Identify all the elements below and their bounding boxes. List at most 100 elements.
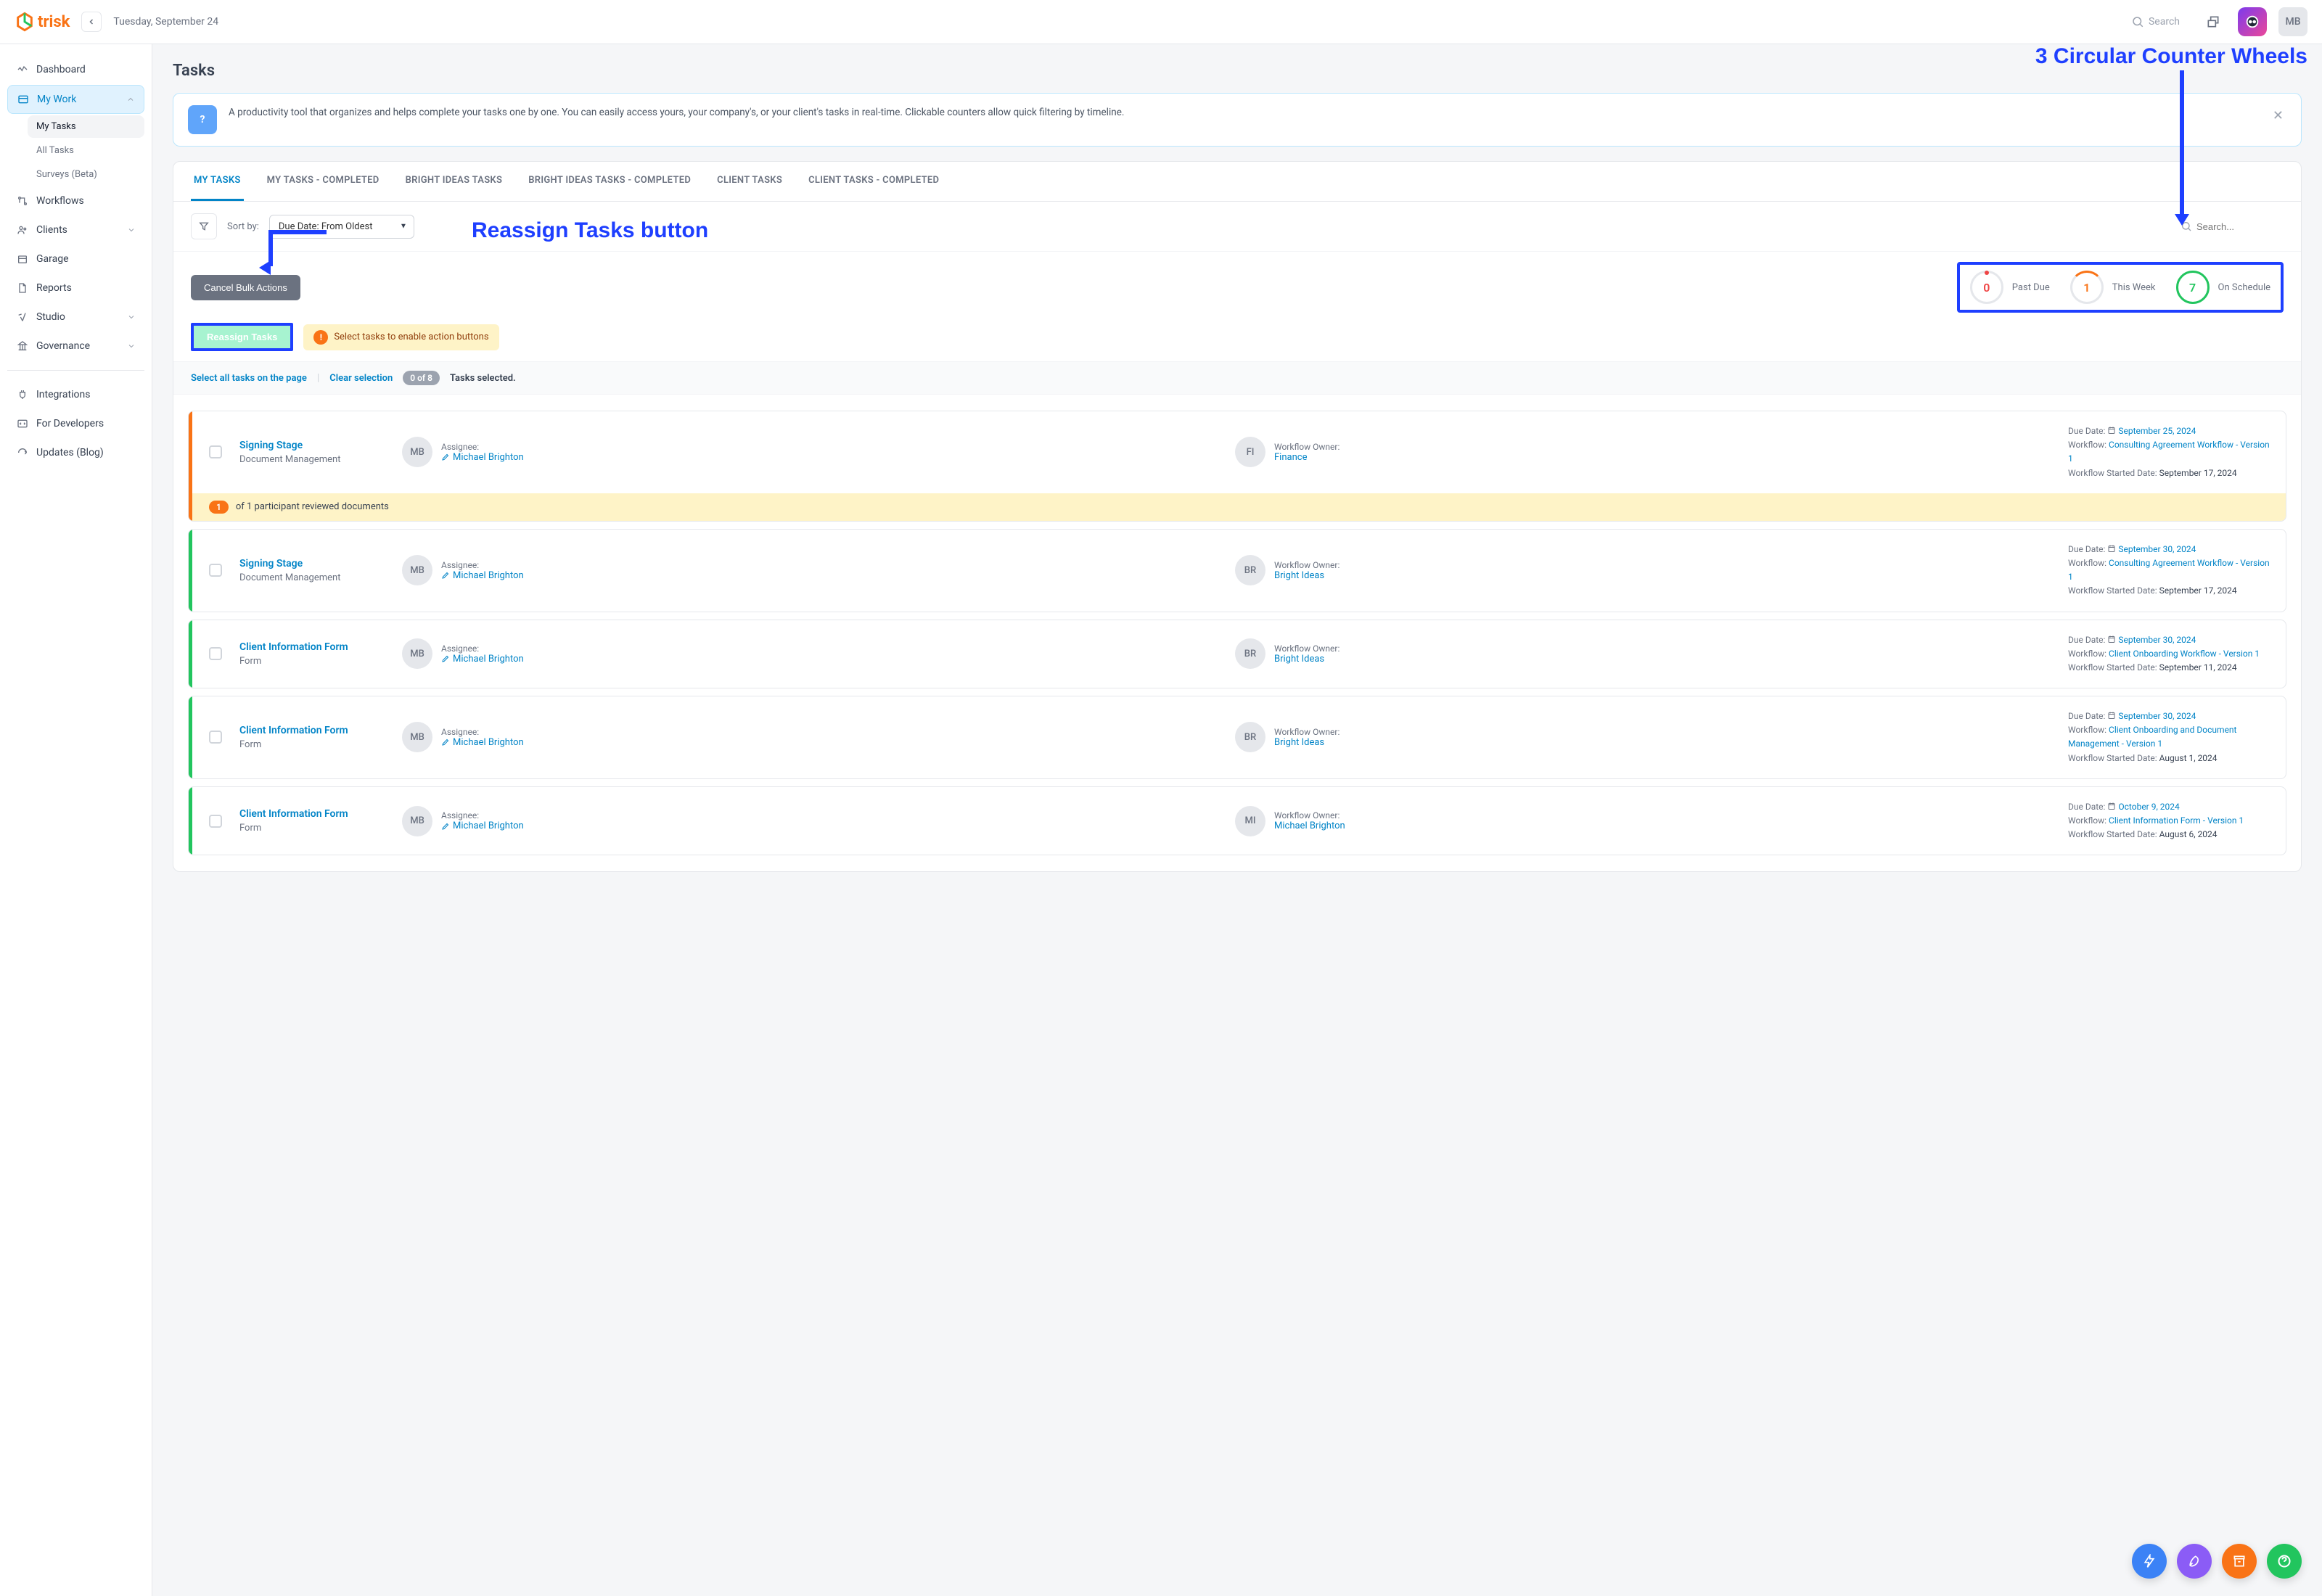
task-stripe [189, 411, 192, 521]
workflow-link[interactable]: Consulting Agreement Workflow - Version … [2068, 440, 2270, 464]
help-icon: ? [188, 105, 217, 134]
assignee-label: Assignee: [441, 727, 524, 737]
assignee-link[interactable]: Michael Brighton [441, 820, 524, 831]
search-icon [2181, 221, 2192, 232]
workflow-link[interactable]: Client Onboarding and Document Managemen… [2068, 725, 2236, 749]
reports-icon [16, 281, 29, 295]
task-checkbox[interactable] [209, 731, 222, 744]
task-checkbox[interactable] [209, 647, 222, 660]
global-search[interactable]: Search [2122, 11, 2188, 33]
cancel-bulk-button[interactable]: Cancel Bulk Actions [191, 275, 300, 300]
owner-link[interactable]: Finance [1274, 452, 1340, 463]
sidebar-item-updates[interactable]: Updates (Blog) [7, 439, 144, 466]
workflow-link[interactable]: Client Onboarding Workflow - Version 1 [2109, 649, 2260, 659]
sidebar-item-studio[interactable]: Studio [7, 303, 144, 331]
fab-help[interactable] [2267, 1544, 2302, 1579]
counter-thisweek[interactable]: 1 This Week [2070, 271, 2156, 304]
clients-icon [16, 223, 29, 236]
chat-button[interactable] [2200, 9, 2226, 35]
due-date-link[interactable]: September 30, 2024 [2118, 544, 2196, 554]
filter-button[interactable] [191, 213, 217, 239]
due-date-link[interactable]: September 30, 2024 [2118, 711, 2196, 721]
tab-client-completed[interactable]: CLIENT TASKS - COMPLETED [805, 162, 942, 201]
task-row: Signing StageDocument ManagementMBAssign… [189, 530, 2286, 612]
sidebar-sub-mytasks[interactable]: My Tasks [28, 115, 144, 138]
user-avatar[interactable]: MB [2278, 7, 2307, 36]
fab-lightning[interactable] [2132, 1544, 2167, 1579]
info-text: A productivity tool that organizes and h… [229, 105, 2258, 120]
due-date-link[interactable]: October 9, 2024 [2118, 802, 2179, 812]
task-title-link[interactable]: Signing Stage [239, 558, 385, 569]
task-title-link[interactable]: Signing Stage [239, 440, 385, 451]
sort-select[interactable]: Due Date: From Oldest [269, 215, 414, 239]
sidebar-item-integrations[interactable]: Integrations [7, 381, 144, 408]
sidebar-sub-surveys[interactable]: Surveys (Beta) [28, 163, 144, 186]
task-stripe [189, 530, 192, 612]
clear-selection-link[interactable]: Clear selection [329, 373, 393, 384]
sidebar-item-governance[interactable]: Governance [7, 332, 144, 360]
task-stripe [189, 620, 192, 688]
workflow-link[interactable]: Consulting Agreement Workflow - Version … [2068, 558, 2270, 582]
owner-label: Workflow Owner: [1274, 810, 1345, 820]
sidebar-item-clients[interactable]: Clients [7, 216, 144, 244]
close-banner-button[interactable]: ✕ [2270, 105, 2286, 126]
sidebar-label: Dashboard [36, 64, 86, 75]
select-all-link[interactable]: Select all tasks on the page [191, 373, 307, 384]
task-card: Signing StageDocument ManagementMBAssign… [188, 529, 2286, 612]
sidebar-collapse-button[interactable] [81, 12, 102, 32]
assignee-avatar: MB [402, 638, 432, 669]
tab-client[interactable]: CLIENT TASKS [714, 162, 785, 201]
sort-label: Sort by: [227, 221, 259, 232]
search-input[interactable] [2196, 221, 2284, 232]
sort-select-wrap[interactable]: Due Date: From Oldest [269, 215, 414, 239]
assignee-link[interactable]: Michael Brighton [441, 570, 524, 581]
fab-archive[interactable] [2222, 1544, 2257, 1579]
sidebar-item-developers[interactable]: For Developers [7, 410, 144, 437]
task-checkbox[interactable] [209, 815, 222, 828]
tab-mytasks[interactable]: MY TASKS [191, 162, 244, 201]
task-title-link[interactable]: Client Information Form [239, 725, 385, 736]
task-checkbox[interactable] [209, 445, 222, 458]
workflows-icon [16, 194, 29, 207]
counter-pastdue[interactable]: 0 Past Due [1970, 271, 2050, 304]
archive-icon [2232, 1554, 2247, 1568]
ai-bot-button[interactable] [2238, 7, 2267, 36]
start-date: August 6, 2024 [2159, 829, 2218, 839]
sidebar-item-reports[interactable]: Reports [7, 274, 144, 302]
counter-onschedule[interactable]: 7 On Schedule [2176, 271, 2270, 304]
counter-wheels: 0 Past Due 1 This Week 7 On Schedule [1957, 262, 2284, 313]
tab-brightideas[interactable]: BRIGHT IDEAS TASKS [403, 162, 506, 201]
tab-mytasks-completed[interactable]: MY TASKS - COMPLETED [264, 162, 382, 201]
task-row: Signing StageDocument ManagementMBAssign… [189, 411, 2286, 493]
warning-text: Select tasks to enable action buttons [334, 332, 488, 342]
reassign-button[interactable]: Reassign Tasks [191, 323, 293, 351]
owner-link[interactable]: Bright Ideas [1274, 570, 1340, 581]
due-date-link[interactable]: September 25, 2024 [2118, 426, 2196, 436]
task-checkbox[interactable] [209, 564, 222, 577]
task-title-link[interactable]: Client Information Form [239, 641, 385, 653]
fab-rocket[interactable] [2177, 1544, 2212, 1579]
task-title-link[interactable]: Client Information Form [239, 808, 385, 820]
assignee-label: Assignee: [441, 643, 524, 654]
sidebar-item-garage[interactable]: Garage [7, 245, 144, 273]
task-subtitle: Form [239, 823, 385, 834]
sidebar-item-dashboard[interactable]: Dashboard [7, 56, 144, 83]
brand-logo[interactable]: trisk [15, 12, 70, 32]
sidebar-item-mywork[interactable]: My Work [7, 85, 144, 114]
owner-link[interactable]: Bright Ideas [1274, 737, 1340, 748]
due-date-link[interactable]: September 30, 2024 [2118, 635, 2196, 645]
inline-search[interactable] [2181, 221, 2284, 232]
owner-link[interactable]: Michael Brighton [1274, 820, 1345, 831]
start-date: August 1, 2024 [2159, 753, 2218, 763]
sidebar-sub-alltasks[interactable]: All Tasks [28, 139, 144, 162]
owner-link[interactable]: Bright Ideas [1274, 654, 1340, 665]
tab-brightideas-completed[interactable]: BRIGHT IDEAS TASKS - COMPLETED [525, 162, 694, 201]
workflow-link[interactable]: Client Information Form - Version 1 [2109, 815, 2244, 826]
assignee-link[interactable]: Michael Brighton [441, 452, 524, 463]
app-header: trisk Tuesday, September 24 Search MB [0, 0, 2322, 44]
assignee-link[interactable]: Michael Brighton [441, 654, 524, 665]
assignee-link[interactable]: Michael Brighton [441, 737, 524, 748]
sidebar-item-workflows[interactable]: Workflows [7, 187, 144, 215]
brand-text: trisk [38, 13, 70, 31]
sidebar-label: Workflows [36, 195, 84, 207]
